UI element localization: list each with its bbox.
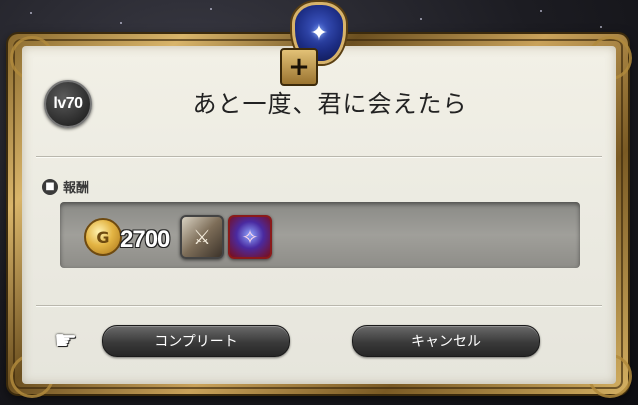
divider bbox=[36, 156, 602, 158]
background-star bbox=[120, 22, 122, 24]
armor-piece-icon[interactable]: ⚔ bbox=[180, 215, 224, 259]
reward-chest-icon: ■ bbox=[42, 178, 58, 195]
divider bbox=[36, 305, 602, 307]
background-star bbox=[420, 18, 422, 20]
pointing-hand-icon: ☛ bbox=[54, 326, 78, 356]
reward-label: 報酬 bbox=[63, 181, 90, 196]
reward-header: ■ 報酬 bbox=[42, 177, 89, 196]
gil-coin-icon: G bbox=[84, 218, 122, 256]
complete-button[interactable]: コンプリート bbox=[102, 325, 290, 357]
quest-title: あと一度、君に会えたら bbox=[192, 90, 468, 118]
level-badge: lv70 bbox=[44, 80, 92, 128]
gil-amount: 2700 bbox=[120, 226, 170, 253]
background-star bbox=[600, 26, 602, 28]
background-star bbox=[30, 12, 32, 14]
background-star bbox=[540, 10, 542, 12]
minion-icon[interactable]: ✧ bbox=[228, 215, 272, 259]
background-star bbox=[210, 8, 212, 10]
cancel-button[interactable]: キャンセル bbox=[352, 325, 540, 357]
plus-icon: + bbox=[280, 48, 318, 86]
